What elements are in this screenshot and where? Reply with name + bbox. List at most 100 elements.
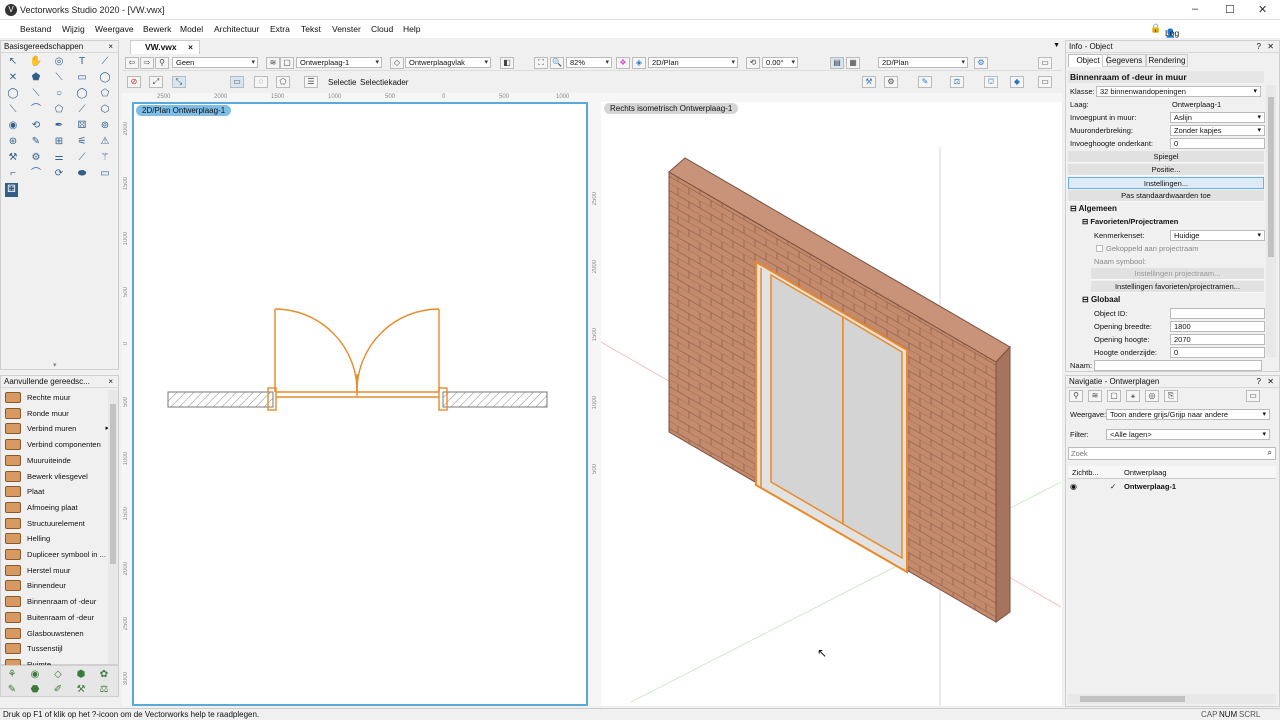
menu-bestand[interactable]: Bestand: [20, 24, 51, 34]
toolset-icon[interactable]: ✿: [96, 668, 112, 682]
tool-list-item[interactable]: Glasbouwstenen: [3, 626, 111, 641]
tool-list-item[interactable]: Ronde muur: [3, 406, 111, 421]
tool-list-item[interactable]: Tussenstijl: [3, 641, 111, 656]
tool-icon[interactable]: ⟍: [28, 87, 44, 101]
tool-icon[interactable]: ⊞: [51, 135, 67, 149]
spiegel-button[interactable]: Spiegel: [1068, 151, 1264, 163]
instellingen-projectraam-button[interactable]: Instellingen projectraam...: [1091, 268, 1264, 280]
snap-icon-3[interactable]: ✎: [918, 76, 932, 88]
nav-search[interactable]: ⌕: [1068, 447, 1276, 460]
tool-icon[interactable]: ⟋: [74, 103, 90, 117]
toolset-icon[interactable]: ✎: [4, 683, 20, 697]
tool-icon[interactable]: ✒: [51, 119, 67, 133]
toolset-icon[interactable]: ⚒: [73, 683, 89, 697]
object-id-input[interactable]: [1170, 308, 1265, 319]
tool-list-item[interactable]: Bewerk vliesgevel: [3, 469, 111, 484]
class-icon[interactable]: ⚲: [155, 57, 169, 69]
column-visibility[interactable]: Zichtb...: [1072, 466, 1099, 479]
minimize-icon[interactable]: –: [1192, 3, 1198, 15]
menu-cloud[interactable]: Cloud: [371, 24, 393, 34]
views-icon[interactable]: ⚹: [1126, 390, 1140, 402]
tool-icon[interactable]: ○: [51, 87, 67, 101]
klasse-select[interactable]: 32 binnenwandopeningen: [1096, 86, 1261, 97]
tool-list-item[interactable]: Plaat: [3, 484, 111, 499]
tool-icon[interactable]: ⌒: [28, 103, 44, 117]
snap-icon-5[interactable]: ⛫: [984, 76, 998, 88]
menu-bewerk[interactable]: Bewerk: [143, 24, 171, 34]
tool-icon[interactable]: ✕: [5, 71, 21, 85]
tool-list-item[interactable]: Binnendeur: [3, 578, 111, 593]
tool-icon[interactable]: ⚟: [74, 135, 90, 149]
layers-icon[interactable]: ≋: [1088, 390, 1102, 402]
filter-select[interactable]: <Alle lagen>: [1106, 429, 1270, 440]
table-row[interactable]: ◉ ✓ Ontwerplaag-1: [1068, 480, 1276, 493]
tool-icon[interactable]: ⟍: [51, 71, 67, 85]
view-options-icon[interactable]: ◧: [500, 57, 514, 69]
kenmerkenset-select[interactable]: Huidige: [1170, 230, 1265, 241]
snap-icon-1[interactable]: ⚒: [862, 76, 876, 88]
tool-icon[interactable]: ⟍: [5, 103, 21, 117]
tool-list-item[interactable]: Afmoeing plaat: [3, 500, 111, 515]
tool-list-item[interactable]: Herstel muur: [3, 563, 111, 578]
tool-icon[interactable]: ⊚: [97, 119, 113, 133]
collapse-icon[interactable]: ⊟: [1082, 295, 1089, 304]
maximize-icon[interactable]: ☐: [1225, 3, 1235, 16]
lighting-icon[interactable]: ⚙: [974, 57, 988, 69]
tool-icon[interactable]: ⟋: [74, 151, 90, 165]
instellingen-button[interactable]: Instellingen...: [1068, 177, 1264, 189]
weergave-select[interactable]: Toon andere grijs/Grijp naar andere: [1106, 409, 1270, 420]
menu-venster[interactable]: Venster: [332, 24, 361, 34]
toolset-icon[interactable]: ⚘: [4, 668, 20, 682]
references-icon[interactable]: ⎘: [1164, 390, 1178, 402]
tool-list-item[interactable]: Helling: [3, 531, 111, 546]
menu-wijzig[interactable]: Wijzig: [62, 24, 85, 34]
tab-gegevens[interactable]: Gegevens: [1102, 54, 1146, 67]
tool-icon[interactable]: ✎: [28, 135, 44, 149]
toolset-icon[interactable]: ◉: [27, 668, 43, 682]
settings-icon[interactable]: ☰: [304, 76, 318, 88]
tool-icon[interactable]: ⬠: [97, 87, 113, 101]
tool-icon[interactable]: ⟋: [97, 55, 113, 69]
tab-rendering[interactable]: Rendering: [1146, 54, 1188, 67]
tool-icon[interactable]: ⬠: [51, 103, 67, 117]
invoegpunt-select[interactable]: Aslijn: [1170, 112, 1265, 123]
polygon-marquee-icon[interactable]: ⬠: [276, 76, 290, 88]
tool-icon[interactable]: ⚒: [5, 151, 21, 165]
instellingen-favorieten-button[interactable]: Instellingen favorieten/projectramen...: [1091, 281, 1264, 293]
projection-icon[interactable]: ▤: [830, 57, 844, 69]
snap-icon-2[interactable]: ⚙: [884, 76, 898, 88]
scrollbar[interactable]: [108, 390, 118, 664]
tool-icon[interactable]: ⬬: [74, 167, 90, 181]
viewport-2d-plan[interactable]: 2D/Plan Ontwerplaag-1: [132, 102, 588, 706]
viewport-isometric[interactable]: Rechts isometrisch Ontwerplaag-1 ↖: [601, 102, 1062, 706]
palette-close-icon[interactable]: ×: [108, 41, 113, 53]
tool-icon[interactable]: ⚚: [97, 151, 113, 165]
tool-icon[interactable]: ⬟: [28, 71, 44, 85]
selection-mode-icon-1[interactable]: ⊘: [127, 76, 141, 88]
zoom-select[interactable]: 82%: [566, 57, 612, 68]
tool-icon[interactable]: ⚃: [5, 183, 18, 197]
toolset-icon[interactable]: ⚖: [96, 683, 112, 697]
palette-close-icon[interactable]: ×: [108, 376, 113, 388]
favorieten-section[interactable]: ⊟ Favorieten/Projectramen: [1082, 217, 1178, 226]
visibility-eye-icon[interactable]: ◉: [1070, 480, 1077, 493]
sheet-icon[interactable]: ▦: [846, 57, 860, 69]
classes-icon[interactable]: ⚲: [1069, 390, 1083, 402]
snap-icon-7[interactable]: ▭: [1038, 76, 1052, 88]
document-tab[interactable]: VW.vwx ×: [130, 40, 200, 54]
back-arrow-icon[interactable]: ⇦: [125, 57, 139, 69]
tool-icon[interactable]: ◉: [5, 119, 21, 133]
render-select[interactable]: 2D/Plan: [878, 57, 968, 68]
toolset-icon[interactable]: ⬣: [27, 683, 43, 697]
lasso-icon[interactable]: ◌: [254, 76, 268, 88]
tool-icon[interactable]: ◎: [51, 55, 67, 69]
algemeen-section[interactable]: ⊟ Algemeen: [1070, 204, 1117, 213]
flyover-icon[interactable]: ❖: [616, 57, 630, 69]
tool-icon[interactable]: ◯: [97, 71, 113, 85]
tool-icon[interactable]: ⌒: [28, 167, 44, 181]
selection-mode-icon-2[interactable]: ⤢: [149, 76, 163, 88]
plane-icon[interactable]: ◇: [390, 57, 404, 69]
collapse-icon[interactable]: ⊟: [1070, 204, 1077, 213]
tool-icon[interactable]: ◯: [74, 87, 90, 101]
positie-button[interactable]: Positie...: [1068, 164, 1264, 176]
